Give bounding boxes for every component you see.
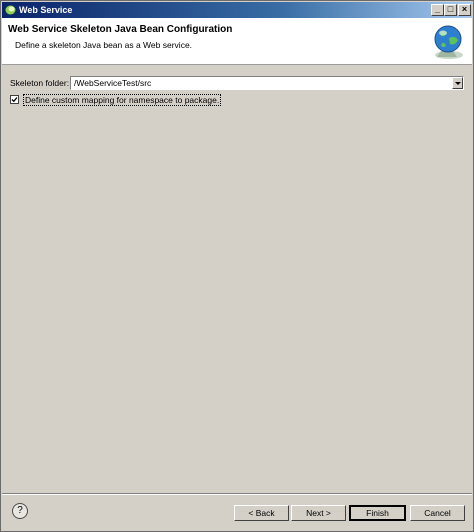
next-button[interactable]: Next > xyxy=(291,505,346,521)
wizard-window: Web Service _ □ × Web Service Skeleton J… xyxy=(0,0,474,532)
back-button[interactable]: < Back xyxy=(234,505,289,521)
finish-button[interactable]: Finish xyxy=(349,505,406,521)
skeleton-folder-label: Skeleton folder: xyxy=(10,78,70,88)
title-bar[interactable]: Web Service _ □ × xyxy=(2,2,472,18)
skeleton-folder-combo[interactable]: /WebServiceTest/src xyxy=(70,76,464,90)
cancel-button[interactable]: Cancel xyxy=(410,505,465,521)
close-button[interactable]: × xyxy=(458,4,471,16)
help-button[interactable]: ? xyxy=(12,503,28,519)
minimize-button[interactable]: _ xyxy=(431,4,444,16)
window-title: Web Service xyxy=(19,5,73,15)
custom-mapping-checkbox[interactable] xyxy=(10,95,19,104)
checkmark-icon xyxy=(11,97,18,103)
page-title: Web Service Skeleton Java Bean Configura… xyxy=(8,24,233,35)
skeleton-folder-value[interactable]: /WebServiceTest/src xyxy=(74,78,151,88)
footer-divider xyxy=(2,493,472,495)
page-description: Define a skeleton Java bean as a Web ser… xyxy=(15,40,193,50)
custom-mapping-label[interactable]: Define custom mapping for namespace to p… xyxy=(23,94,222,106)
wizard-banner: Web Service Skeleton Java Bean Configura… xyxy=(2,18,472,65)
globe-wizard-icon xyxy=(427,21,467,61)
chevron-down-icon[interactable] xyxy=(452,77,463,89)
eclipse-app-icon xyxy=(5,5,16,15)
maximize-button[interactable]: □ xyxy=(444,4,457,16)
